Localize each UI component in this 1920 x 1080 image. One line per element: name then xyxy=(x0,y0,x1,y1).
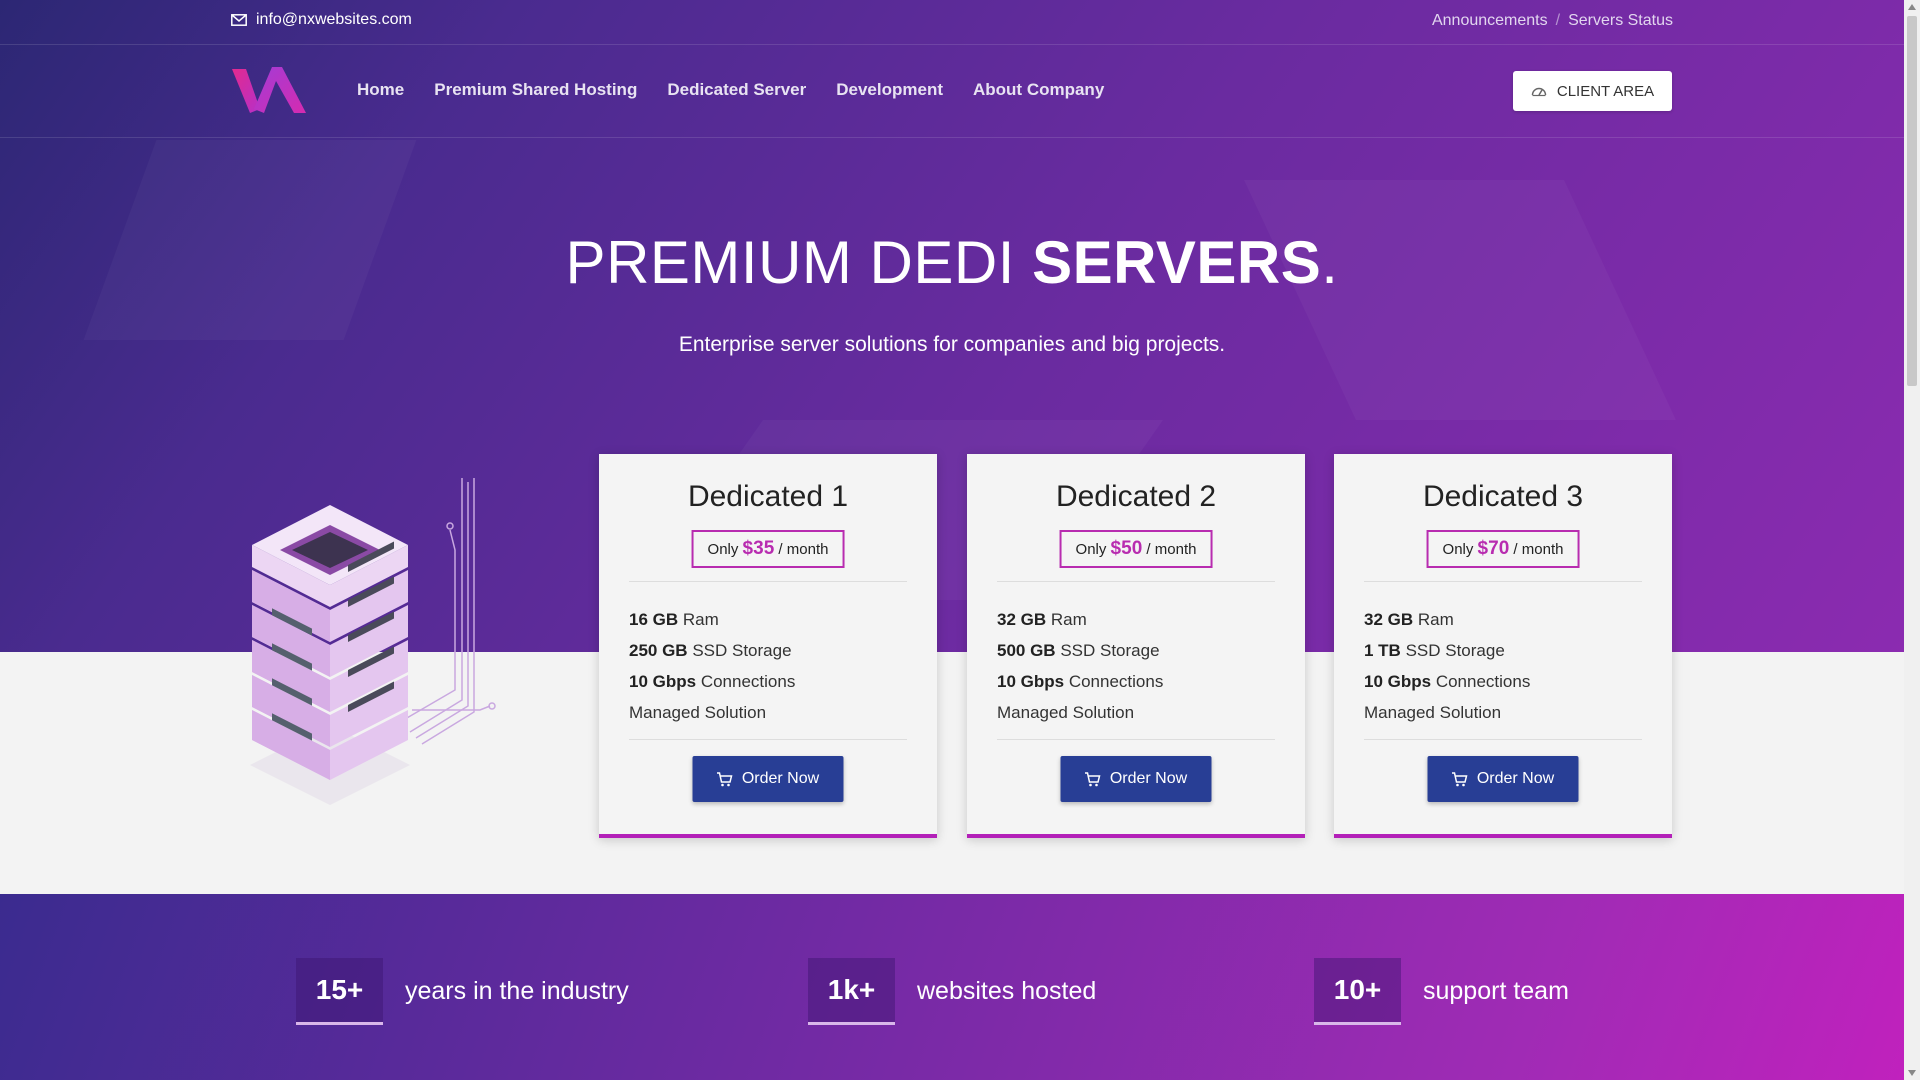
mail-icon xyxy=(231,14,247,26)
price-prefix: Only xyxy=(1075,541,1111,558)
announcements-link[interactable]: Announcements xyxy=(1432,12,1548,30)
top-bar: info@nxwebsites.com Announcements / Serv… xyxy=(0,0,1904,45)
divider xyxy=(1364,739,1642,740)
stat-value: 1k+ xyxy=(808,958,895,1025)
price-amount: $70 xyxy=(1477,538,1510,559)
stat-label: support team xyxy=(1423,977,1569,1005)
order-now-label: Order Now xyxy=(741,770,820,787)
top-links: Announcements / Servers Status xyxy=(1432,12,1673,30)
order-now-label: Order Now xyxy=(1109,770,1188,787)
feature-ram: 16 GB Ram xyxy=(629,610,719,629)
feature-ram: 32 GB Ram xyxy=(997,610,1087,629)
stats-section: 15+ years in the industry 1k+ websites h… xyxy=(0,894,1904,1080)
feature-storage: 250 GB SSD Storage xyxy=(629,641,792,660)
divider xyxy=(629,581,907,582)
plan-price: Only $70 / month xyxy=(1426,530,1580,568)
cart-icon xyxy=(1085,771,1101,786)
stat-value: 15+ xyxy=(296,958,383,1025)
client-area-label: CLIENT AREA xyxy=(1556,82,1655,100)
plan-card-dedicated-2: Dedicated 2 Only $50 / month 32 GB Ram 5… xyxy=(967,454,1305,838)
stat-websites: 1k+ websites hosted xyxy=(808,958,1096,1025)
servers-status-link[interactable]: Servers Status xyxy=(1568,12,1673,30)
cart-icon xyxy=(717,771,733,786)
hero-title-bold: SERVERS xyxy=(1032,229,1322,296)
price-suffix: / month xyxy=(1509,541,1564,558)
plan-card-dedicated-3: Dedicated 3 Only $70 / month 32 GB Ram 1… xyxy=(1334,454,1672,838)
plan-name: Dedicated 3 xyxy=(1422,480,1584,513)
nav-item-home[interactable]: Home xyxy=(357,80,404,100)
dashboard-icon xyxy=(1531,87,1547,97)
plan-card-dedicated-1: Dedicated 1 Only $35 / month 16 GB Ram 2… xyxy=(599,454,937,838)
hero-title: PREMIUM DEDI SERVERS. xyxy=(0,228,1904,297)
divider xyxy=(997,581,1275,582)
logo-mark[interactable] xyxy=(230,63,308,118)
stat-years: 15+ years in the industry xyxy=(296,958,629,1025)
nav-item-dedicated-server[interactable]: Dedicated Server xyxy=(667,80,806,100)
cart-icon xyxy=(1452,771,1468,786)
plan-features: 32 GB Ram 500 GB SSD Storage 10 Gbps Con… xyxy=(997,604,1163,728)
stat-support: 10+ support team xyxy=(1314,958,1569,1025)
divider xyxy=(629,739,907,740)
feature-ram: 32 GB Ram xyxy=(1364,610,1454,629)
hero-subtitle: Enterprise server solutions for companie… xyxy=(678,333,1226,356)
feature-storage: 1 TB SSD Storage xyxy=(1364,641,1505,660)
feature-network: 10 Gbps Connections xyxy=(629,672,796,691)
nav-item-premium-shared-hosting[interactable]: Premium Shared Hosting xyxy=(434,80,637,100)
price-suffix: / month xyxy=(774,541,829,558)
order-now-button[interactable]: Order Now xyxy=(1427,756,1579,802)
page-scrollbar[interactable] xyxy=(1904,0,1920,1080)
main-navbar: Home Premium Shared Hosting Dedicated Se… xyxy=(0,45,1904,138)
plan-name: Dedicated 2 xyxy=(1055,480,1217,513)
email-link[interactable]: info@nxwebsites.com xyxy=(231,11,412,29)
price-prefix: Only xyxy=(1442,541,1478,558)
feature-managed: Managed Solution xyxy=(629,703,767,722)
feature-managed: Managed Solution xyxy=(997,703,1135,722)
order-now-label: Order Now xyxy=(1476,770,1555,787)
feature-network: 10 Gbps Connections xyxy=(997,672,1164,691)
price-amount: $35 xyxy=(742,538,775,559)
divider xyxy=(1364,581,1642,582)
feature-storage: 500 GB SSD Storage xyxy=(997,641,1160,660)
background-facet xyxy=(1244,180,1676,420)
scrollbar-thumb[interactable] xyxy=(1907,16,1917,386)
plan-price: Only $50 / month xyxy=(1059,530,1213,568)
separator: / xyxy=(1555,12,1561,29)
plan-features: 16 GB Ram 250 GB SSD Storage 10 Gbps Con… xyxy=(629,604,795,728)
hero-title-light: PREMIUM DEDI xyxy=(565,229,1033,296)
plan-price: Only $35 / month xyxy=(691,530,845,568)
client-area-button[interactable]: CLIENT AREA xyxy=(1513,71,1672,111)
scroll-up-arrow[interactable] xyxy=(1908,4,1916,10)
server-illustration xyxy=(250,478,496,805)
price-suffix: / month xyxy=(1142,541,1197,558)
nav-item-about-company[interactable]: About Company xyxy=(973,80,1104,100)
hero-title-dot: . xyxy=(1321,229,1339,296)
email-text: info@nxwebsites.com xyxy=(256,11,412,28)
plan-features: 32 GB Ram 1 TB SSD Storage 10 Gbps Conne… xyxy=(1364,604,1530,728)
order-now-button[interactable]: Order Now xyxy=(692,756,844,802)
feature-network: 10 Gbps Connections xyxy=(1364,672,1531,691)
feature-managed: Managed Solution xyxy=(1364,703,1502,722)
order-now-button[interactable]: Order Now xyxy=(1060,756,1212,802)
price-amount: $50 xyxy=(1110,538,1143,559)
stat-label: websites hosted xyxy=(917,977,1097,1005)
nav-menu: Home Premium Shared Hosting Dedicated Se… xyxy=(357,80,1104,100)
price-prefix: Only xyxy=(707,541,743,558)
divider xyxy=(997,739,1275,740)
stat-value: 10+ xyxy=(1314,958,1401,1025)
stat-label: years in the industry xyxy=(405,977,629,1005)
nav-item-development[interactable]: Development xyxy=(836,80,943,100)
scroll-down-arrow[interactable] xyxy=(1908,1070,1916,1076)
plan-name: Dedicated 1 xyxy=(687,480,849,513)
